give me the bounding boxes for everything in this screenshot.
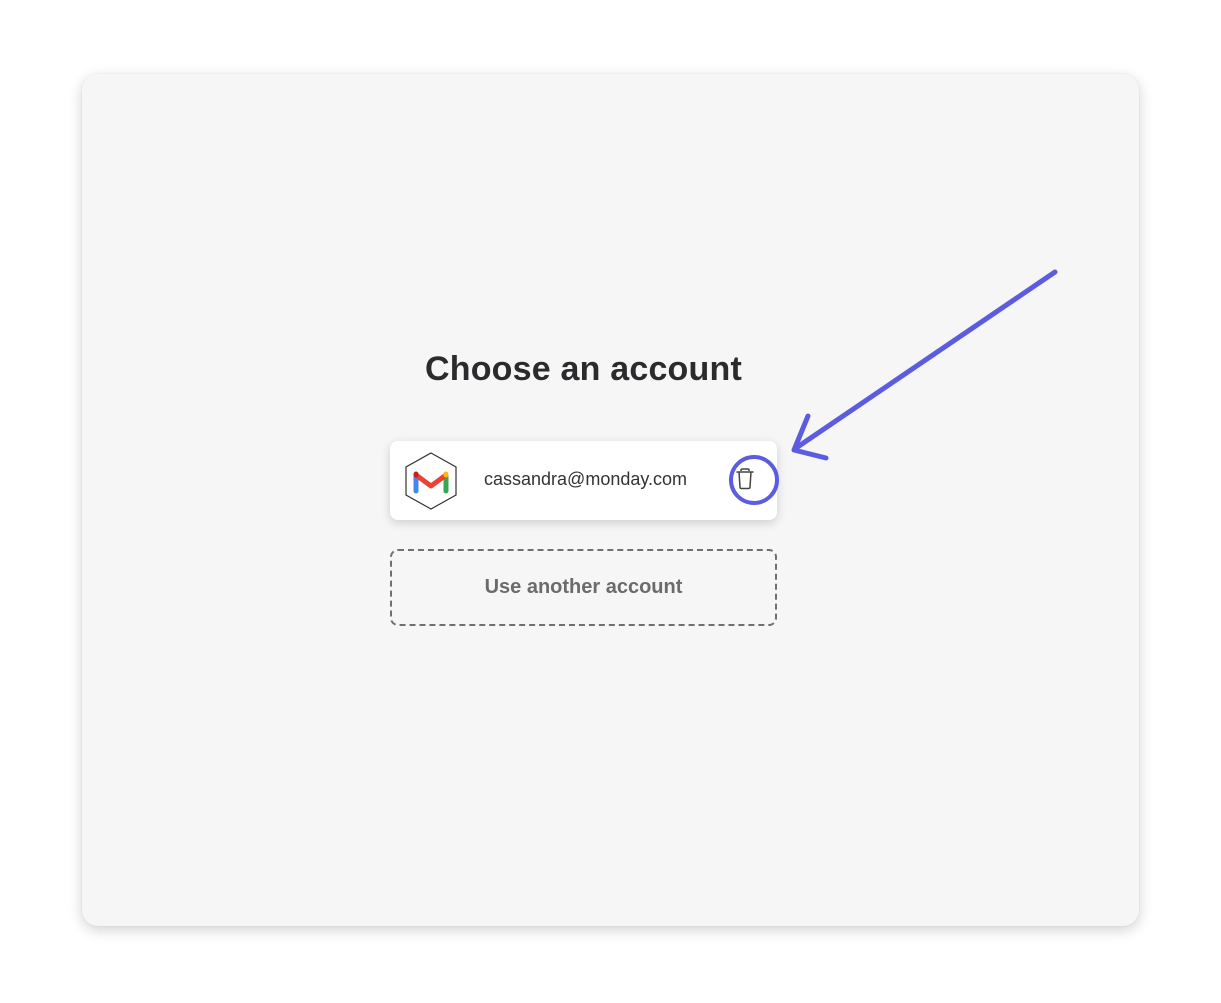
gmail-icon	[402, 451, 460, 511]
page-title: Choose an account	[424, 350, 742, 388]
trash-icon	[735, 467, 755, 493]
use-another-account-button[interactable]: Use another account	[390, 549, 777, 626]
account-item[interactable]: cassandra@monday.com	[390, 441, 777, 520]
delete-account-button[interactable]	[732, 467, 758, 493]
account-email: cassandra@monday.com	[484, 469, 688, 489]
